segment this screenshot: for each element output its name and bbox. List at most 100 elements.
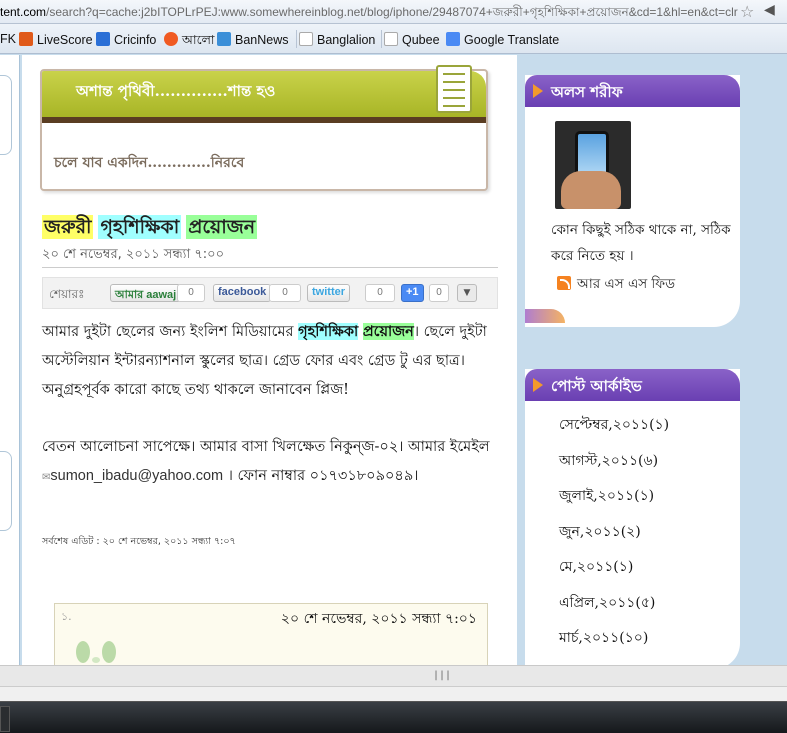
share-label: শেয়ারঃ [49,287,85,301]
rss-feed-link[interactable]: আর এস এস ফিড [557,273,675,296]
arrow-bullet-icon [533,378,543,392]
hand-shape [561,171,621,209]
leaf-avatar-icon [76,641,116,663]
page-menu-icon[interactable]: ◀ [764,2,775,18]
post-body: আমার দুইটা ছেলের জন্য ইংলিশ মিডিয়ামের গ… [42,317,502,520]
status-bar [0,686,787,701]
bookmark-qubee[interactable]: Qubee [384,32,440,47]
aawaj-share-button[interactable]: আমার aawaj [110,284,182,302]
notebook-icon [436,65,472,113]
bookmark-label: Qubee [402,33,440,47]
bookmark-google-translate[interactable]: Google Translate [446,32,559,47]
prothom-alo-icon [164,32,178,46]
horizontal-scrollbar[interactable]: ||| [0,665,787,686]
bookmark-star-icon[interactable]: ☆ [740,2,754,21]
post-title-word: গৃহশিক্ষিকা [98,215,182,239]
bookmark-separator [381,30,382,48]
highlighted-keyword: গৃহশিক্ষিকা [298,323,359,340]
left-widget-edge [0,75,12,155]
post-text: আমার দুইটা ছেলের জন্য ইংলিশ মিডিয়ামের [42,324,299,340]
post-text: বেতন আলোচনা সাপেক্ষে। আমার বাসা খিলক্ষেত… [42,439,490,455]
bookmarks-bar: FK LiveScore Cricinfo আলো BanNews Bangla… [0,24,787,54]
twitter-share-count: 0 [365,284,395,302]
post-paragraph: আমার দুইটা ছেলের জন্য ইংলিশ মিডিয়ামের গ… [42,317,502,405]
bookmark-label: BanNews [235,33,289,47]
post-title-word: জরুরী [42,215,94,239]
comment-box: ১. ২০ শে নভেম্বর, ২০১১ সন্ধ্যা ৭:০১ [54,603,488,665]
livescore-icon [19,32,33,46]
taskbar-button[interactable] [0,706,10,732]
archive-item[interactable]: মার্চ,২০১১(১০) [559,626,669,662]
scrollbar-grip-icon[interactable]: ||| [433,670,451,681]
page-icon [384,32,398,46]
profile-avatar[interactable] [555,121,631,209]
bookmark-cricinfo[interactable]: Cricinfo [96,32,156,47]
highlighted-keyword: প্রয়োজন [362,323,414,340]
os-taskbar [0,701,787,733]
post-date: ২০ শে নভেম্বর, ২০১১ সন্ধ্যা ৭:০০ [42,247,225,262]
facebook-share-count: 0 [269,284,301,302]
bannews-icon [217,32,231,46]
post-paragraph: বেতন আলোচনা সাপেক্ষে। আমার বাসা খিলক্ষেত… [42,433,502,492]
url-field[interactable]: tent.com/search?q=cache:j2bITOPLrPEJ:www… [0,4,740,24]
archive-item[interactable]: জুলাই,২০১১(১) [559,484,669,520]
bookmark-bannews[interactable]: BanNews [217,32,289,47]
bookmark-livescore[interactable]: LiveScore [19,32,93,47]
bookmark-label: আলো [182,33,215,47]
blog-title[interactable]: অশান্ত পৃথিবী..............শান্ত হও [76,80,275,105]
left-widget-edge [0,451,12,531]
email-link[interactable]: sumon_ibadu@yahoo.com [50,468,223,484]
comment-date: ২০ শে নভেম্বর, ২০১১ সন্ধ্যা ৭:০১ [280,611,477,627]
bookmark-label: LiveScore [37,33,93,47]
google-plus-one-count: 0 [429,284,449,302]
archive-item[interactable]: সেপ্টেম্বর,২০১১(১) [559,413,669,449]
archive-item[interactable]: জুন,২০১১(২) [559,520,669,556]
facebook-share-button[interactable]: facebook [213,284,272,302]
profile-widget: অলস শরীফ কোন কিছুই সঠিক থাকে না, সঠিক কর… [525,75,740,327]
banner-divider [42,117,486,123]
arrow-bullet-icon [533,84,543,98]
url-host: tent.com [0,5,47,19]
title-divider [42,267,498,268]
archive-list: সেপ্টেম্বর,২০১১(১) আগস্ট,২০১১(৬) জুলাই,২… [559,413,669,662]
page-viewport: অশান্ত পৃথিবী..............শান্ত হও চলে … [0,55,787,665]
bookmark-fk[interactable]: FK [0,32,16,46]
rss-icon [557,276,571,290]
left-column [0,55,20,665]
share-bar: শেয়ারঃ আমার aawaj 0 facebook 0 twitter … [42,277,498,309]
archive-widget: পোস্ট আর্কাইভ সেপ্টেম্বর,২০১১(১) আগস্ট,২… [525,369,740,665]
post-title[interactable]: জরুরী গৃহশিক্ষিকা প্রয়োজন [42,213,262,245]
profile-bio: কোন কিছুই সঠিক থাকে না, সঠিক করে নিতে হয… [551,222,731,264]
profile-name[interactable]: অলস শরীফ [551,81,623,106]
last-edited: সর্বশেষ এডিট : ২০ শে নভেম্বর, ২০১১ সন্ধ্… [42,536,236,547]
rss-label: আর এস এস ফিড [577,276,676,292]
google-plus-one-button[interactable]: +1 [401,284,424,302]
blog-banner: অশান্ত পৃথিবী..............শান্ত হও চলে … [40,65,488,191]
bookmark-banglalion[interactable]: Banglalion [299,32,375,47]
main-content: অশান্ত পৃথিবী..............শান্ত হও চলে … [22,55,517,665]
bookmark-label: Cricinfo [114,33,157,47]
address-bar[interactable]: tent.com/search?q=cache:j2bITOPLrPEJ:www… [0,0,787,24]
post-title-word: প্রয়োজন [186,215,258,239]
url-path: /search?q=cache:j2bITOPLrPEJ:www.somewhe… [46,5,738,19]
bookmark-label: Banglalion [317,33,376,47]
more-share-dropdown-icon[interactable]: ▼ [457,284,477,302]
post-text: । ফোন নাম্বার ০১৭৩১৮০৯০৪৯। [223,468,419,484]
archive-item[interactable]: এপ্রিল,২০১১(৫) [559,591,669,627]
blog-tagline: চলে যাব একদিন.............নিরবে [54,155,245,171]
twitter-share-button[interactable]: twitter [307,284,350,302]
archive-title: পোস্ট আর্কাইভ [551,377,642,395]
bookmark-label: Google Translate [464,33,560,47]
comment-number: ১. [61,610,72,623]
page-icon [299,32,313,46]
archive-item[interactable]: মে,২০১১(১) [559,555,669,591]
bookmark-separator [296,30,297,48]
widget-header: পোস্ট আর্কাইভ [525,369,740,401]
cricinfo-icon [96,32,110,46]
archive-item[interactable]: আগস্ট,২০১১(৬) [559,449,669,485]
aawaj-share-count: 0 [177,284,205,302]
google-translate-icon [446,32,460,46]
bookmark-label: FK [0,32,16,46]
bookmark-alo[interactable]: আলো [164,32,215,52]
widget-decoration [525,309,565,323]
